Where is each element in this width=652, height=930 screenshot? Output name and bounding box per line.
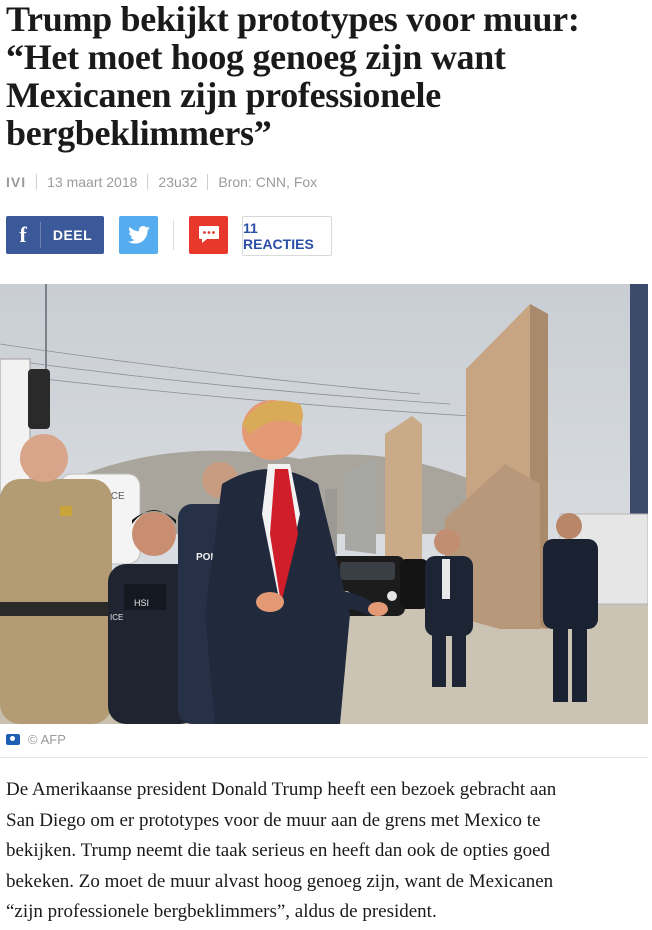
lead-line: bekijken. Trump neemt die taak serieus e… bbox=[6, 840, 551, 861]
camera-icon bbox=[6, 734, 20, 745]
publish-date: 13 maart 2018 bbox=[47, 174, 138, 190]
article-photo: POLICE HSI ICE POLICE bbox=[0, 284, 648, 724]
meta-divider bbox=[36, 174, 38, 190]
publish-time: 23u32 bbox=[158, 174, 198, 190]
photo-caption: © AFP bbox=[6, 732, 66, 747]
headline-line: Trump bekijkt prototypes voor muur: bbox=[6, 0, 580, 39]
lead-line: San Diego om er prototypes voor de muur … bbox=[6, 809, 541, 831]
lead-line: De Amerikaanse president Donald Trump he… bbox=[6, 779, 557, 800]
headline-line: Mexicanen zijn professionele bbox=[6, 75, 441, 115]
facebook-share-label: DEEL bbox=[52, 227, 93, 243]
facebook-share-button[interactable]: f DEEL bbox=[6, 216, 104, 254]
meta-divider bbox=[147, 174, 149, 190]
reactions-button[interactable]: 11 REACTIES bbox=[242, 216, 332, 256]
headline-line: “Het moet hoog genoeg zijn want bbox=[6, 37, 506, 77]
brand-label: IVI bbox=[6, 174, 27, 190]
comment-bubble-icon bbox=[198, 226, 219, 243]
photo-credit: AFP bbox=[40, 732, 66, 747]
source-label: Bron: CNN, Fox bbox=[218, 174, 318, 190]
meta-divider bbox=[207, 174, 209, 190]
share-divider bbox=[173, 220, 174, 250]
hsi-badge: HSI bbox=[134, 598, 149, 608]
comments-button[interactable] bbox=[189, 216, 228, 254]
photo-illustration: POLICE HSI ICE POLICE bbox=[0, 284, 648, 724]
copyright-symbol: © bbox=[28, 732, 38, 747]
twitter-share-button[interactable] bbox=[119, 216, 158, 254]
twitter-bird-icon bbox=[127, 226, 150, 244]
article-lead: De Amerikaanse president Donald Trump he… bbox=[6, 775, 646, 928]
lead-line: bekeken. Zo moet de muur alvast hoog gen… bbox=[6, 870, 554, 892]
ice-patch: ICE bbox=[110, 613, 123, 622]
caption-divider bbox=[0, 757, 648, 758]
article-headline: Trump bekijkt prototypes voor muur: “Het… bbox=[6, 0, 646, 152]
headline-line: bergbeklimmers” bbox=[6, 113, 272, 153]
facebook-icon: f bbox=[6, 222, 41, 248]
lead-line: “zijn professionele bergbeklimmers”, ald… bbox=[6, 901, 437, 922]
article-meta: IVI 13 maart 2018 23u32 Bron: CNN, Fox bbox=[6, 172, 317, 192]
